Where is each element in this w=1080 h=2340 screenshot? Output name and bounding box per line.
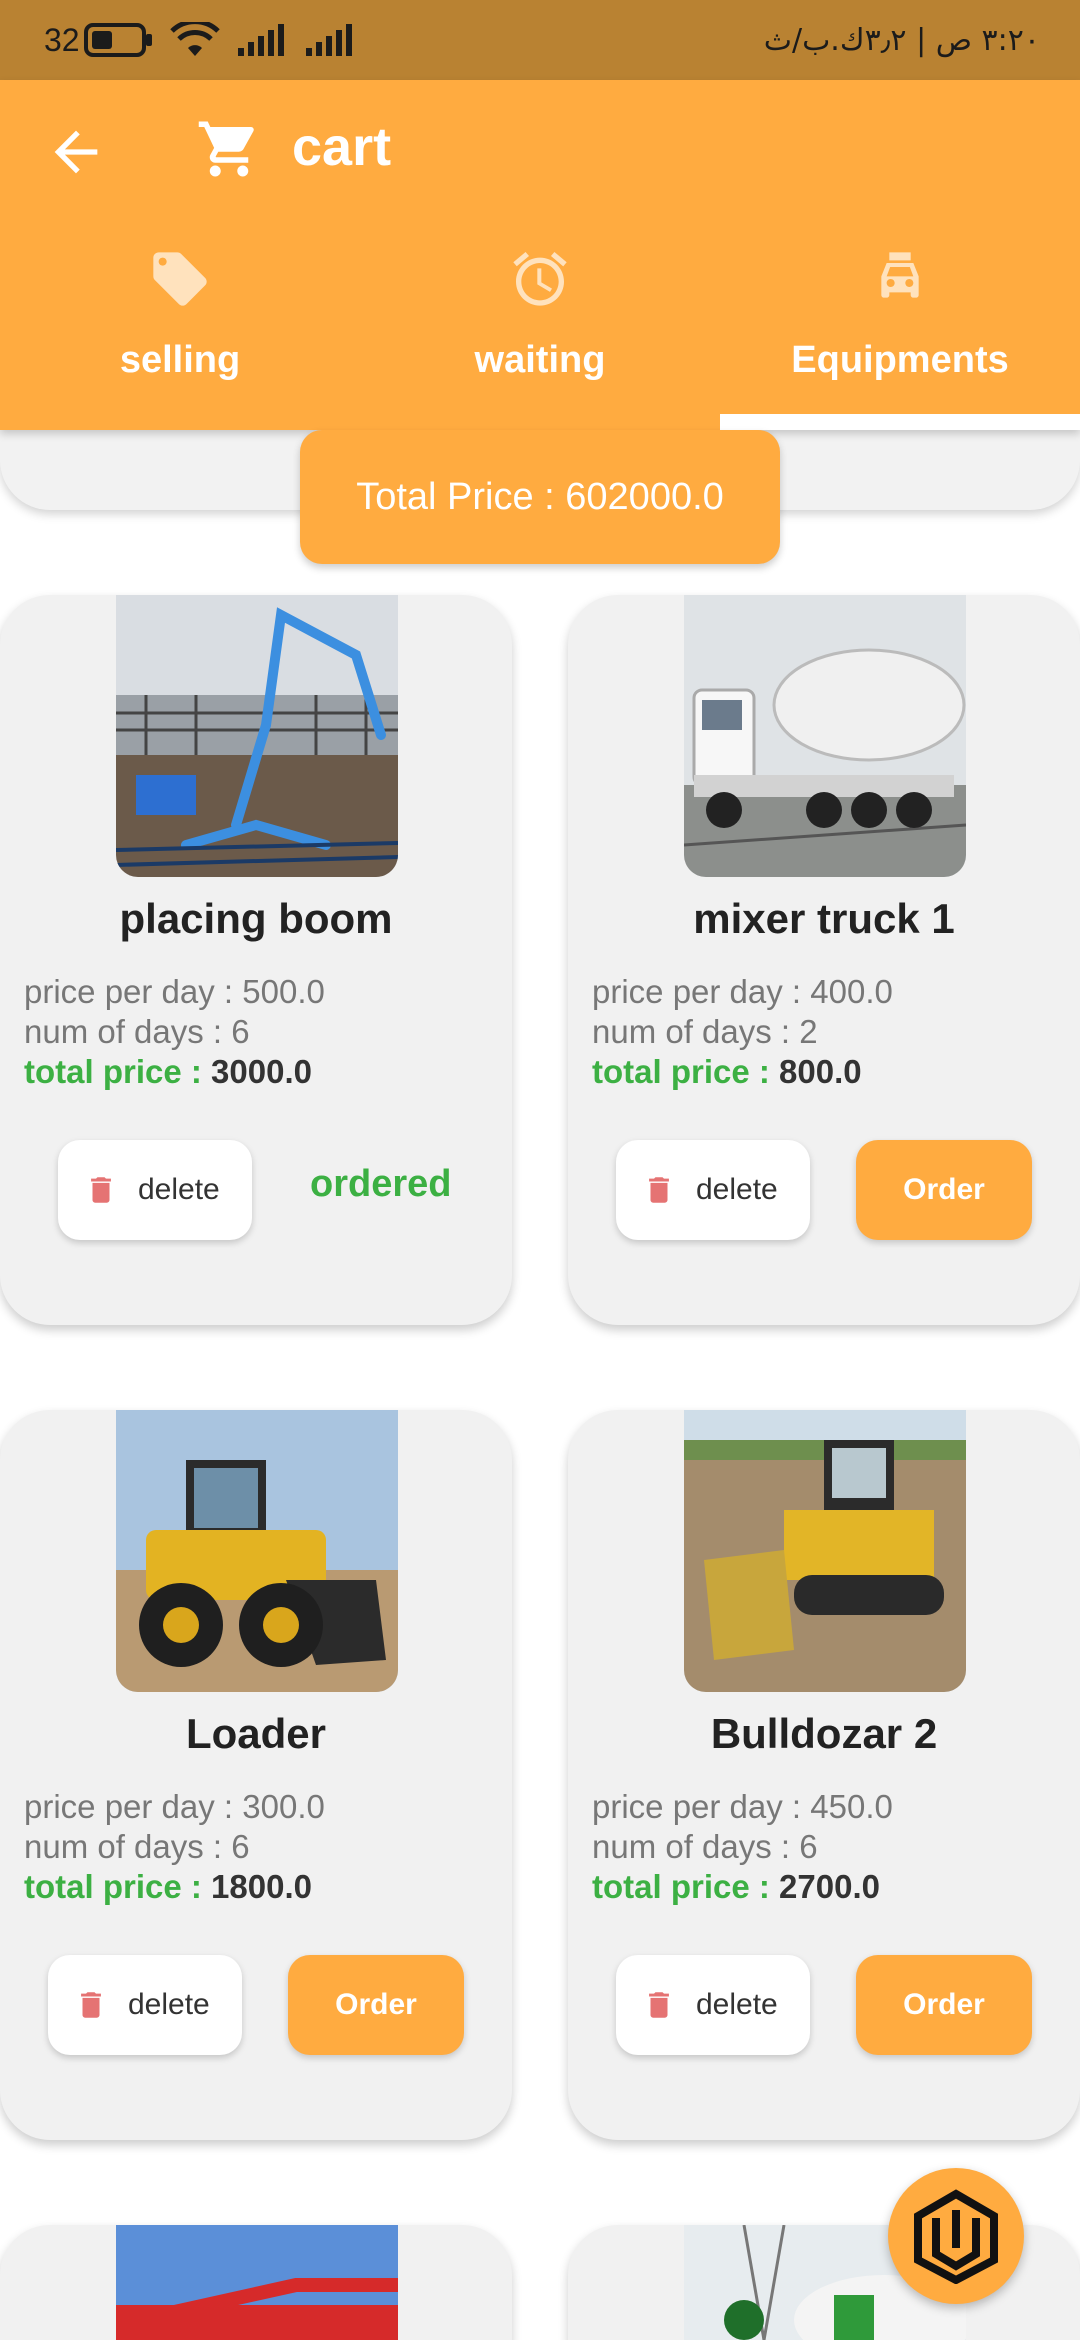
total-price-line: total price : 800.0 xyxy=(592,1053,862,1091)
delete-label: delete xyxy=(696,1173,778,1206)
battery-indicator: 32 xyxy=(44,22,154,59)
equipment-name: placing boom xyxy=(119,895,393,942)
order-button[interactable]: Order xyxy=(856,1955,1032,2055)
app-bar: cart selling waiting Equipments xyxy=(0,80,1080,430)
equipment-image xyxy=(684,1410,966,1692)
signal-icon xyxy=(237,24,284,56)
total-price-value: 3000.0 xyxy=(211,1053,312,1090)
toolbar: cart xyxy=(0,80,1080,220)
equipment-card: placing boom price per day : 500.0 num o… xyxy=(0,595,512,1325)
cart-icon xyxy=(198,121,254,177)
equipment-name: mixer truck 1 xyxy=(693,895,955,942)
total-price-label: total price : xyxy=(592,1868,770,1905)
tab-label: waiting xyxy=(474,339,606,381)
status-time: ٣:٢٠ ص | ٣٫٢ك.ب/ث xyxy=(763,22,1040,58)
wifi-icon xyxy=(169,22,220,56)
total-price-label: total price : xyxy=(24,1868,202,1905)
num-of-days: num of days : 6 xyxy=(592,1828,818,1865)
equipment-card-partial xyxy=(0,2225,512,2340)
signal-icon-2 xyxy=(305,24,352,56)
delete-label: delete xyxy=(696,1988,778,2021)
ordered-status: ordered xyxy=(310,1163,452,1205)
delete-button[interactable]: delete xyxy=(48,1955,242,2055)
app-logo-button[interactable] xyxy=(888,2168,1024,2304)
equipment-image xyxy=(116,1410,398,1692)
tab-label: selling xyxy=(119,339,241,381)
battery-icon xyxy=(83,23,152,57)
equipment-image xyxy=(116,595,398,877)
equipment-card: mixer truck 1 price per day : 400.0 num … xyxy=(568,595,1080,1325)
total-price-value: 1800.0 xyxy=(211,1868,312,1905)
price-per-day: price per day : 300.0 xyxy=(24,1788,325,1825)
trash-icon xyxy=(81,1992,101,2018)
total-price-line: total price : 1800.0 xyxy=(24,1868,312,1906)
total-price-label: total price : xyxy=(24,1053,202,1090)
battery-level: 32 xyxy=(44,21,80,58)
tab-bar: selling waiting Equipments xyxy=(0,235,1080,430)
trash-icon xyxy=(91,1177,111,1203)
tab-waiting[interactable]: waiting xyxy=(360,235,720,430)
delete-button[interactable]: delete xyxy=(616,1955,810,2055)
num-of-days: num of days : 6 xyxy=(24,1828,250,1865)
total-price-line: total price : 2700.0 xyxy=(592,1868,880,1906)
price-per-day: price per day : 450.0 xyxy=(592,1788,893,1825)
equipment-image xyxy=(684,595,966,877)
equipment-name: Bulldozar 2 xyxy=(710,1710,938,1757)
status-icons: 32 xyxy=(44,22,356,59)
tab-selling[interactable]: selling xyxy=(0,235,360,430)
order-button[interactable]: Order xyxy=(288,1955,464,2055)
total-price-value: 2700.0 xyxy=(779,1868,880,1905)
order-button[interactable]: Order xyxy=(856,1140,1032,1240)
equipment-card: Bulldozar 2 price per day : 450.0 num of… xyxy=(568,1410,1080,2140)
back-arrow-icon[interactable] xyxy=(44,120,108,184)
delete-button[interactable]: delete xyxy=(616,1140,810,1240)
price-per-day: price per day : 400.0 xyxy=(592,973,893,1010)
trash-icon xyxy=(649,1177,669,1203)
num-of-days: num of days : 2 xyxy=(592,1013,818,1050)
equipment-card: Loader price per day : 300.0 num of days… xyxy=(0,1410,512,2140)
total-price-badge: Total Price : 602000.0 xyxy=(300,430,780,564)
tag-icon xyxy=(153,252,207,306)
equipment-name: Loader xyxy=(185,1710,327,1757)
delete-label: delete xyxy=(138,1173,220,1206)
total-price-label: total price : xyxy=(592,1053,770,1090)
total-price-line: total price : 3000.0 xyxy=(24,1053,312,1091)
tab-equipments[interactable]: Equipments xyxy=(720,235,1080,430)
tab-label: Equipments xyxy=(791,339,1009,381)
trash-icon xyxy=(649,1992,669,2018)
status-bar: 32 ٣:٢٠ ص | ٣٫٢ك.ب/ث xyxy=(0,0,1080,80)
car-rental-icon xyxy=(881,252,919,298)
num-of-days: num of days : 6 xyxy=(24,1013,250,1050)
delete-button[interactable]: delete xyxy=(58,1140,252,1240)
alarm-icon xyxy=(513,251,567,306)
active-tab-indicator xyxy=(720,414,1080,430)
total-price-value: 800.0 xyxy=(779,1053,862,1090)
delete-label: delete xyxy=(128,1988,210,2021)
logo-icon xyxy=(914,2189,998,2284)
equipment-image xyxy=(116,2225,398,2340)
price-per-day: price per day : 500.0 xyxy=(24,973,325,1010)
page-title: cart xyxy=(292,117,392,177)
